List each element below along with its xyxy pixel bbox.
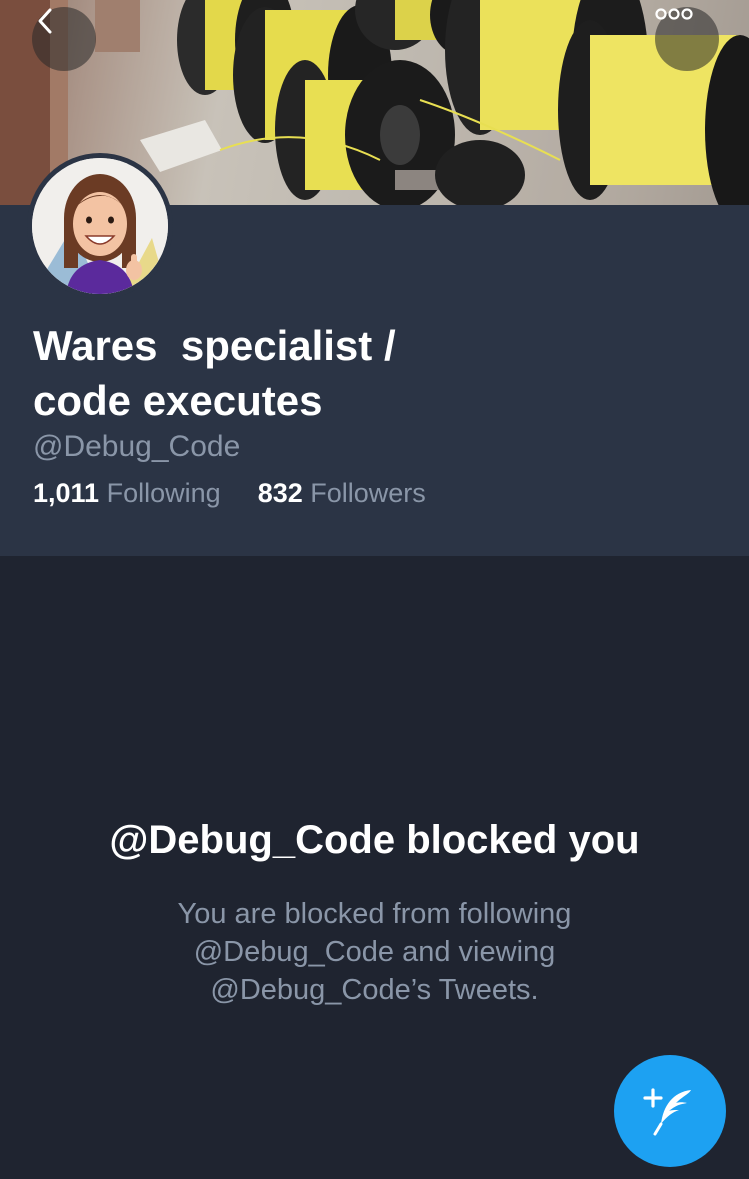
avatar-image: [32, 158, 168, 294]
blocked-message: You are blocked from following @Debug_Co…: [177, 898, 572, 1006]
following-link[interactable]: 1,011 Following: [33, 478, 228, 508]
more-horizontal-icon: [655, 8, 693, 20]
more-options-button[interactable]: [655, 7, 719, 71]
compose-tweet-icon: [643, 1088, 691, 1136]
chevron-left-icon: [38, 8, 52, 34]
profile-display-name: Wares specialist / code executes: [33, 322, 396, 424]
profile-handle: @Debug_Code: [33, 430, 241, 463]
blocked-title: @Debug_Code blocked you: [109, 818, 640, 862]
profile-stats: 1,011 Following 832 Followers: [33, 476, 426, 510]
profile-screen: Wares specialist / code executes @Debug_…: [0, 0, 749, 1179]
back-button[interactable]: [32, 7, 96, 71]
followers-label: Followers: [310, 478, 426, 508]
following-label: Following: [106, 478, 221, 508]
followers-link[interactable]: 832 Followers: [250, 478, 426, 508]
compose-tweet-button[interactable]: [614, 1055, 726, 1167]
followers-count: 832: [257, 478, 303, 508]
avatar[interactable]: [27, 153, 173, 299]
following-count: 1,011: [33, 478, 100, 508]
